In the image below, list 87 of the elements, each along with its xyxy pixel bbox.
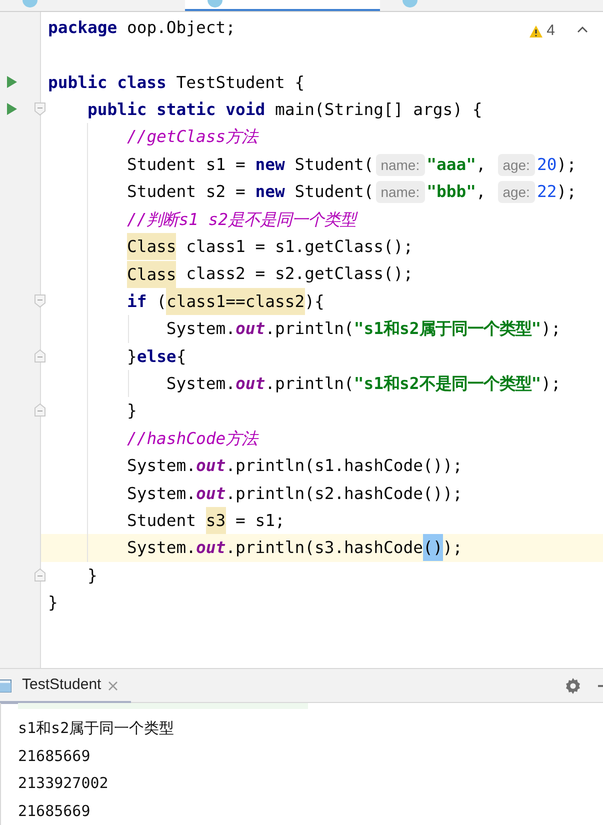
code-text: class1 = s1.getClass(); [186, 236, 414, 258]
run-tab[interactable]: TestStudent [22, 674, 102, 697]
code-text: .println(s1.hashCode()); [226, 455, 462, 478]
matched-brace: () [423, 534, 443, 562]
keyword: if [126, 290, 147, 313]
chevron-up-icon[interactable] [577, 26, 588, 33]
string-literal: "s1和s2属于同一个类型" [354, 318, 542, 340]
code-text: System. [126, 537, 196, 560]
code-text: ); [541, 318, 561, 340]
run-icon[interactable] [6, 74, 18, 89]
code-text: { [176, 346, 186, 368]
class-icon [402, 0, 418, 8]
keyword: new [255, 154, 285, 176]
code-text: System. [166, 318, 236, 340]
close-icon[interactable] [107, 680, 120, 692]
code-text: .println(s3.hashCode [226, 537, 424, 560]
console-output-line: 2133927002 [18, 773, 108, 794]
field-name: out [236, 318, 266, 340]
code-text: System. [126, 455, 196, 478]
fold-icon[interactable] [34, 403, 46, 418]
code-text: Student [126, 510, 198, 532]
run-icon[interactable] [6, 102, 18, 116]
code-text: } [48, 592, 58, 614]
code-text: main(String[] args) { [274, 99, 482, 122]
number-literal: 20 [536, 154, 557, 176]
parameter-hint: age: [498, 180, 535, 203]
code-text: System. [126, 482, 196, 504]
warning-count[interactable]: 4 [546, 20, 555, 42]
code-comment: //hashCode方法 [126, 428, 258, 450]
code-text: ); [541, 372, 561, 395]
field-name: out [196, 455, 226, 478]
code-text: } [126, 400, 137, 422]
code-text: } [87, 564, 98, 587]
code-text: oop.Object; [126, 16, 236, 39]
code-text: ); [556, 181, 576, 204]
warning-icon[interactable] [528, 24, 543, 38]
highlighted-code: s3 [206, 507, 226, 534]
highlighted-code: Class [126, 233, 176, 260]
fold-icon[interactable] [34, 294, 46, 308]
field-name: out [236, 372, 266, 395]
code-text: .println( [265, 372, 354, 395]
code-text: .println( [265, 318, 354, 340]
code-text: .println(s2.hashCode()); [226, 482, 462, 504]
console-output-line: s1和s2属于同一个类型 [18, 718, 174, 739]
code-text: , [476, 154, 487, 176]
class-icon [207, 0, 223, 8]
minimize-icon[interactable] [598, 684, 603, 688]
code-comment: //getClass方法 [126, 126, 258, 148]
highlighted-code: Class [126, 260, 176, 288]
code-text: Student( [294, 154, 374, 176]
code-comment: //判断s1 s2是不是同一个类型 [126, 208, 356, 231]
keyword: public static void [87, 99, 266, 122]
string-literal: "s1和s2不是同一个类型" [354, 372, 542, 395]
console-output-line: 21685669 [18, 800, 90, 822]
console-output-line: 21685669 [18, 746, 90, 766]
parameter-hint: age: [498, 154, 535, 176]
highlighted-code: class1==class2 [166, 288, 305, 315]
code-text: TestStudent { [176, 72, 305, 94]
field-name: out [196, 482, 226, 504]
code-text: Student s2 = [126, 181, 246, 204]
code-text: } [126, 346, 137, 368]
keyword: else [136, 346, 176, 368]
fold-icon[interactable] [34, 348, 46, 363]
class-icon [22, 0, 38, 8]
string-literal: "bbb" [426, 181, 476, 204]
code-text: System. [166, 372, 236, 395]
code-text: ); [442, 537, 463, 560]
fold-icon[interactable] [34, 568, 46, 582]
string-literal: "aaa" [426, 154, 476, 176]
code-text: = s1; [236, 510, 285, 532]
code-text: , [476, 181, 487, 204]
fold-icon[interactable] [34, 102, 46, 116]
parameter-hint: name: [376, 154, 425, 176]
parameter-hint: name: [376, 180, 425, 203]
editor-tab[interactable] [185, 0, 380, 11]
settings-icon[interactable] [564, 677, 582, 695]
code-text: Student( [294, 181, 374, 204]
code-text: ){ [304, 290, 324, 313]
code-text: ); [556, 154, 576, 176]
field-name: out [196, 537, 226, 560]
code-text: class2 = s2.getClass(); [186, 263, 414, 286]
code-text: Student s1 = [126, 154, 246, 176]
keyword: public class [48, 72, 166, 94]
keyword: new [255, 181, 285, 204]
number-literal: 22 [536, 181, 557, 204]
code-text: ( [156, 290, 166, 313]
keyword: package [48, 16, 118, 39]
